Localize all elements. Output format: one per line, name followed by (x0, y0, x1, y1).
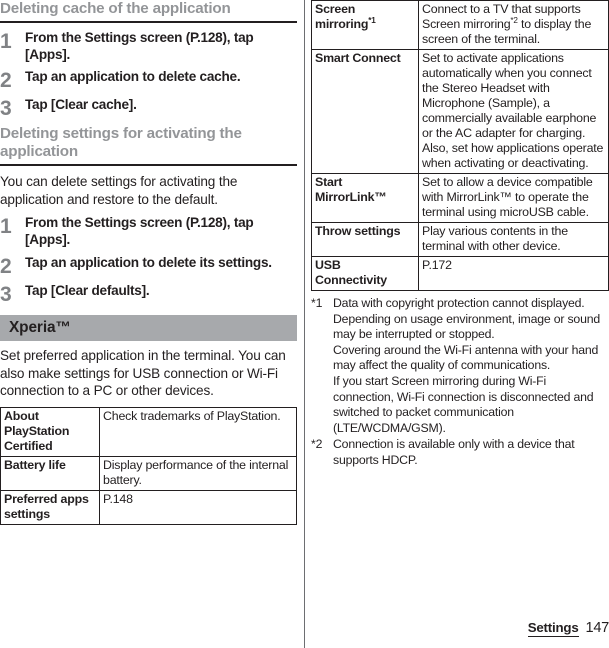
table-cell-value: P.172 (418, 256, 609, 291)
list-item: 1 From the Settings screen (P.128), tap … (0, 215, 297, 249)
section-heading-deleting-cache: Deleting cache of the application (0, 0, 231, 17)
table-cell-value: Play various contents in the terminal wi… (418, 222, 609, 257)
table-row: Throw settings Play various contents in … (311, 222, 609, 257)
table-row: About PlayStation Certified Check tradem… (0, 407, 297, 458)
step-number: 2 (0, 69, 12, 93)
step-text: From the Settings screen (P.128), tap [A… (25, 29, 254, 62)
table-row: Start MirrorLink™ Set to allow a device … (311, 173, 609, 223)
list-item: 2 Tap an application to delete cache. (0, 69, 297, 91)
table-cell-value: P.148 (99, 490, 297, 526)
step-text: Tap an application to delete cache. (25, 69, 241, 85)
step-number: 3 (0, 97, 12, 121)
footnote-2: *2 Connection is available only with a d… (311, 437, 609, 468)
table-cell-value: Set to activate applications automatical… (418, 49, 609, 174)
step-text: Tap [Clear defaults]. (25, 283, 150, 299)
step-text: From the Settings screen (P.128), tap [A… (25, 215, 254, 248)
section-intro-paragraph: You can delete settings for activating t… (0, 174, 238, 207)
table-cell-value: Set to allow a device compatible with Mi… (418, 173, 609, 223)
table-cell-key: Smart Connect (311, 49, 419, 174)
table-cell-key-text: Screen mirroring (315, 2, 369, 31)
section-heading-deleting-settings: Deleting settings for activating the app… (0, 125, 242, 161)
table-cell-key: Battery life (0, 456, 100, 492)
table-cell-key: Screen mirroring*1 (311, 0, 419, 50)
footnote-body: Connection is available only with a devi… (333, 437, 609, 468)
table-row: USB Connectivity P.172 (311, 256, 609, 291)
manual-page: Deleting cache of the application 1 From… (0, 0, 609, 648)
steps-list-deleting-cache: 1 From the Settings screen (P.128), tap … (0, 30, 297, 120)
footnote-marker: *1 (311, 296, 323, 310)
table-cell-key: About PlayStation Certified (0, 407, 100, 458)
footnote-1: *1 Data with copyright protection cannot… (311, 296, 609, 436)
step-text: Tap an application to delete its setting… (25, 255, 272, 271)
step-number: 1 (0, 215, 12, 239)
table-cell-key: USB Connectivity (311, 256, 419, 291)
step-number: 1 (0, 29, 12, 53)
list-item: 3 Tap [Clear defaults]. (0, 283, 297, 305)
xperia-intro-paragraph: Set preferred application in the termina… (0, 348, 286, 399)
table-cell-key: Preferred apps settings (0, 490, 100, 526)
table-cell-value: Connect to a TV that supports Screen mir… (418, 0, 609, 50)
footnote-line: If you start Screen mirroring during Wi-… (333, 374, 594, 435)
table-cell-value: Check trademarks of PlayStation. (99, 407, 297, 458)
table-cell-key: Start MirrorLink™ (311, 173, 419, 223)
table-row: Smart Connect Set to activate applicatio… (311, 49, 609, 174)
list-item: 3 Tap [Clear cache]. (0, 97, 297, 119)
xperia-settings-table: About PlayStation Certified Check tradem… (0, 407, 297, 526)
column-divider (304, 0, 305, 648)
table-row: Battery life Display performance of the … (0, 456, 297, 492)
left-column: Deleting cache of the application 1 From… (0, 0, 297, 526)
table-cell-key: Throw settings (311, 222, 419, 257)
table-row: Preferred apps settings P.148 (0, 490, 297, 526)
list-item: 2 Tap an application to delete its setti… (0, 255, 297, 277)
footnote-line: Connection is available only with a devi… (333, 437, 575, 468)
page-footer: Settings 147 (527, 620, 609, 637)
footnote-line: Covering around the Wi-Fi antenna with y… (333, 342, 599, 373)
step-number: 2 (0, 255, 12, 279)
heading-rule (0, 20, 297, 23)
footnote-body: Data with copyright protection cannot di… (333, 296, 609, 436)
table-cell-value: Display performance of the internal batt… (99, 456, 297, 492)
footnote-marker: *2 (510, 15, 518, 25)
footnote-marker: *2 (311, 437, 323, 452)
step-number: 3 (0, 283, 12, 307)
footnotes-block: *1 Data with copyright protection cannot… (311, 296, 609, 469)
heading-rule (0, 164, 297, 167)
footnote-line: Data with copyright protection cannot di… (333, 296, 600, 342)
connectivity-settings-table: Screen mirroring*1 Connect to a TV that … (311, 0, 609, 291)
footnote-marker: *1 (368, 15, 376, 25)
list-item: 1 From the Settings screen (P.128), tap … (0, 30, 297, 64)
right-column: Screen mirroring*1 Connect to a TV that … (311, 0, 609, 470)
chapter-bar-xperia: Xperia™ (0, 315, 297, 342)
table-row: Screen mirroring*1 Connect to a TV that … (311, 0, 609, 50)
page-number: 147 (585, 620, 609, 636)
footer-chapter-label: Settings (527, 620, 579, 637)
chapter-bar-label: Xperia™ (9, 319, 71, 337)
steps-list-deleting-settings: 1 From the Settings screen (P.128), tap … (0, 215, 297, 305)
step-text: Tap [Clear cache]. (25, 97, 137, 113)
